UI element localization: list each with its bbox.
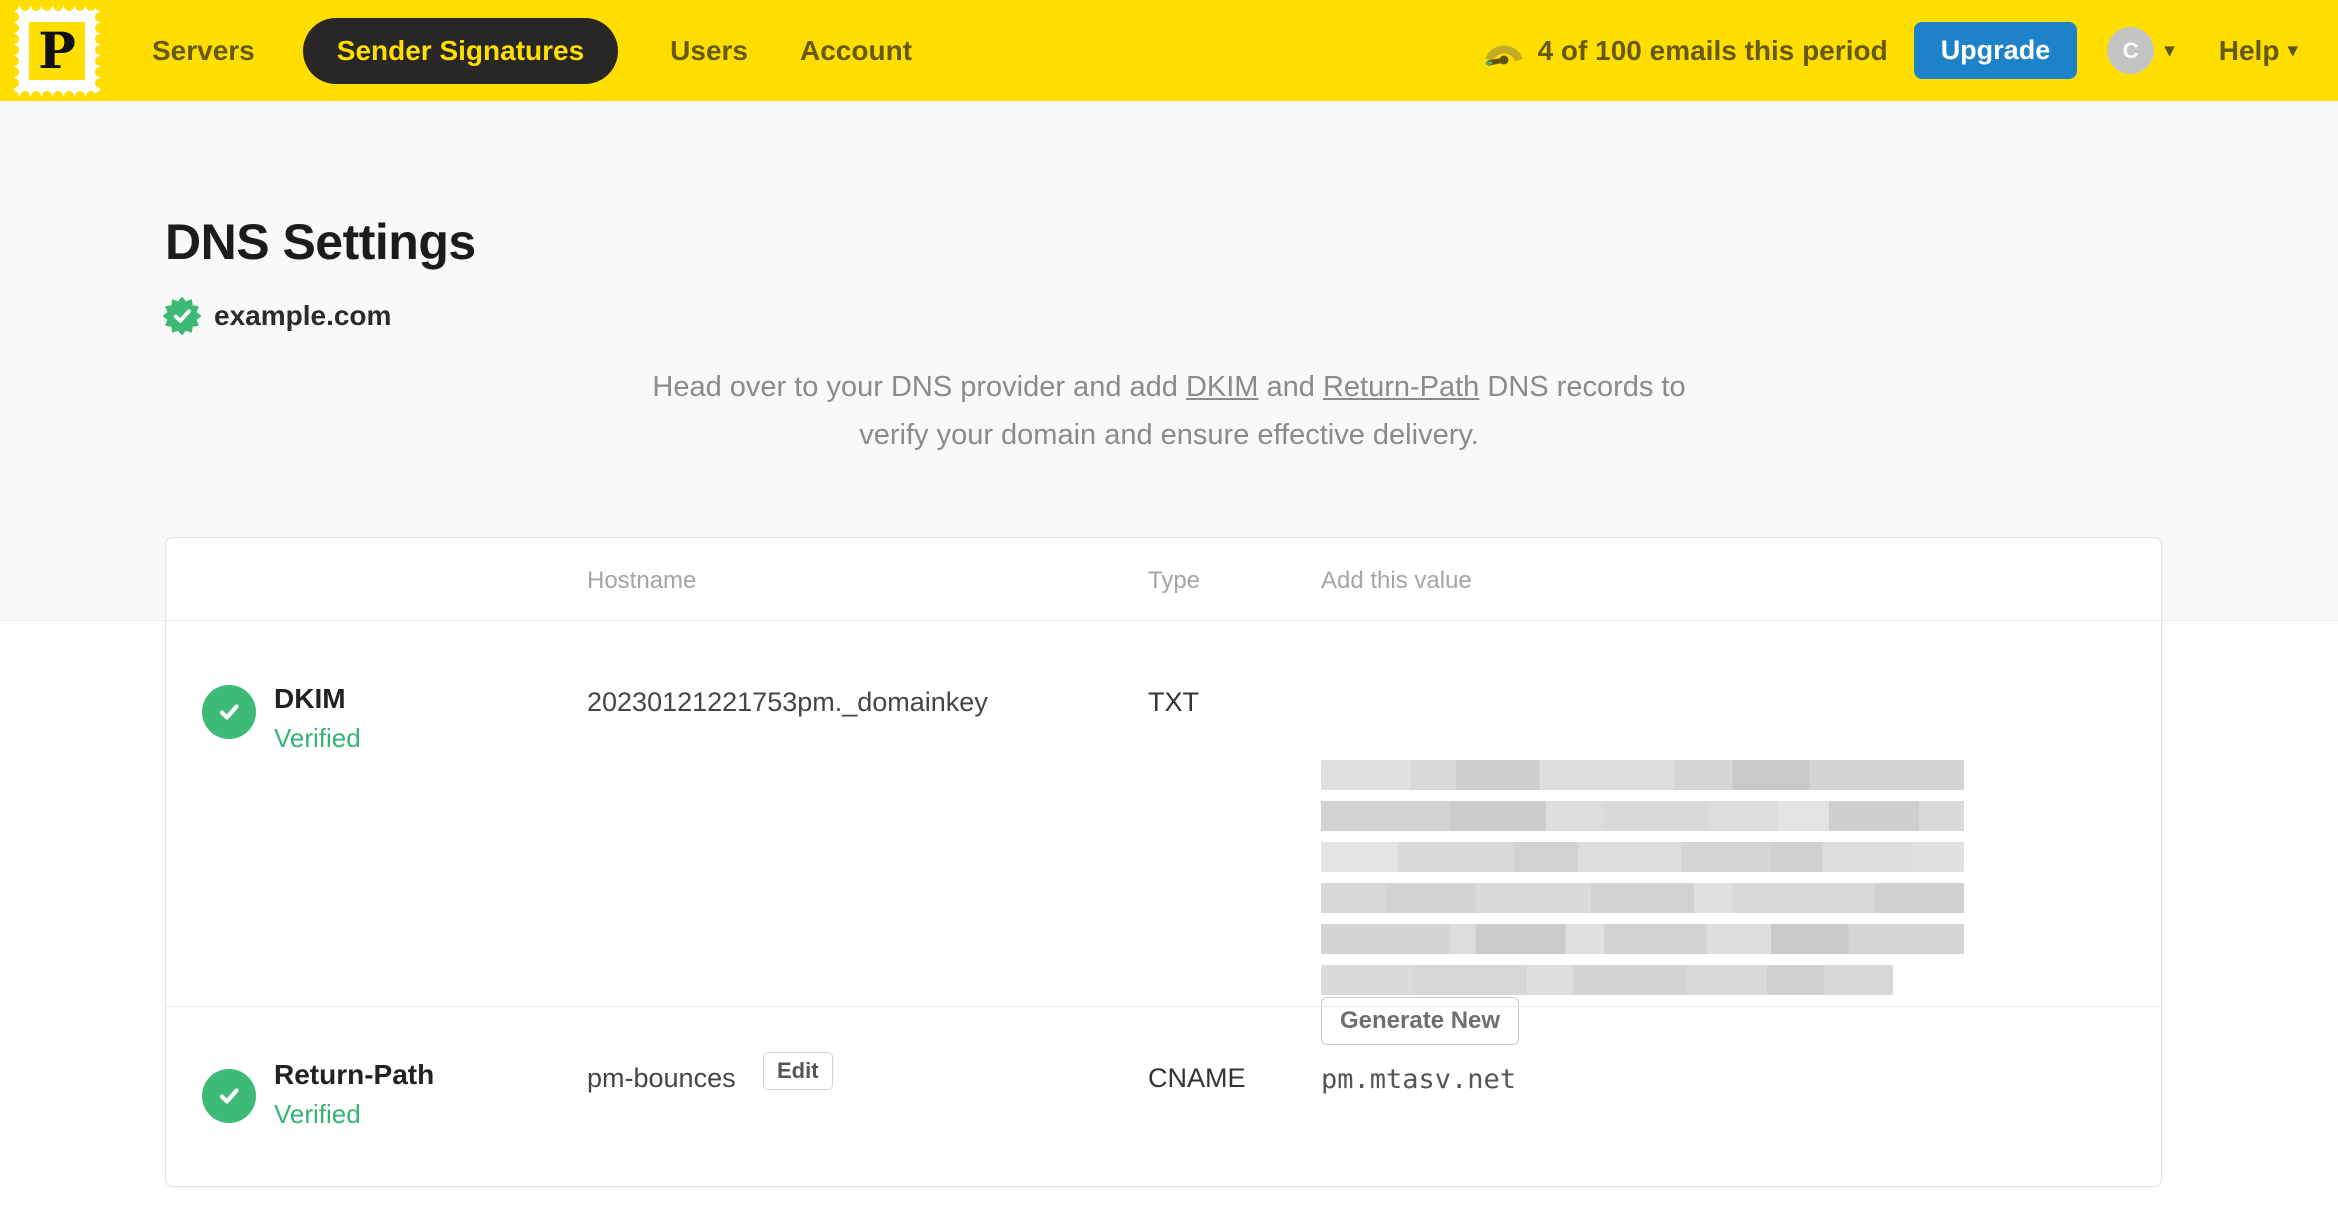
nav-item-servers[interactable]: Servers	[152, 35, 255, 67]
postmark-stamp-icon[interactable]: P	[14, 5, 100, 96]
table-header: Hostname Type Add this value	[166, 538, 2161, 621]
page-description: Head over to your DNS provider and add D…	[0, 363, 2338, 459]
usage-meter[interactable]: 4 of 100 emails this period	[1483, 34, 1888, 68]
description-line-1: Head over to your DNS provider and add D…	[0, 363, 2338, 411]
return-path-link[interactable]: Return-Path	[1323, 371, 1479, 403]
description-text: DNS records to	[1479, 371, 1686, 403]
gauge-icon	[1484, 45, 1523, 65]
caret-down-icon: ▾	[2287, 39, 2298, 62]
redacted-line	[1321, 883, 1964, 913]
record-name: DKIM	[274, 683, 346, 714]
usage-text: 4 of 100 emails this period	[1537, 34, 1888, 66]
redacted-line	[1321, 801, 1964, 831]
check-circle-icon	[202, 685, 256, 739]
logo-letter: P	[38, 21, 76, 80]
redacted-line	[1321, 760, 1964, 790]
nav-item-sender-signatures[interactable]: Sender Signatures	[302, 17, 619, 84]
nav-item-account[interactable]: Account	[800, 35, 912, 67]
domain-name: example.com	[214, 300, 392, 331]
dkim-link[interactable]: DKIM	[1186, 371, 1259, 403]
caret-down-icon: ▾	[2164, 39, 2175, 62]
dns-records-table: Hostname Type Add this value DKIM Verifi…	[165, 537, 2162, 1187]
upgrade-button[interactable]: Upgrade	[1913, 22, 2078, 79]
record-type: CNAME	[1148, 1063, 1246, 1093]
dkim-value-redacted	[1321, 760, 1964, 1006]
account-menu[interactable]: C ▾	[2107, 27, 2175, 74]
dns-settings-page: P Servers Sender Signatures Users Accoun…	[0, 0, 2338, 1222]
column-header-hostname: Hostname	[587, 567, 697, 594]
description-text: Head over to your DNS provider and add	[652, 371, 1186, 403]
help-menu[interactable]: Help ▾	[2219, 35, 2298, 67]
nav-item-users[interactable]: Users	[670, 35, 748, 67]
record-status-badge: Verified	[274, 1099, 361, 1129]
avatar[interactable]: C	[2107, 27, 2155, 74]
record-value: pm.mtasv.net	[1321, 1064, 1517, 1095]
help-label: Help	[2218, 34, 2280, 66]
top-navbar: P Servers Sender Signatures Users Accoun…	[0, 0, 2338, 101]
verified-seal-icon	[163, 297, 201, 335]
table-row-return-path: Return-Path Verified pm-bounces Edit CNA…	[166, 1007, 2161, 1188]
check-circle-icon	[202, 1069, 256, 1123]
record-hostname: 20230121221753pm._domainkey	[587, 687, 988, 717]
redacted-line	[1321, 965, 1894, 995]
redacted-line	[1321, 842, 1964, 872]
description-text: and	[1258, 371, 1323, 403]
column-header-type: Type	[1148, 567, 1201, 594]
record-hostname: pm-bounces	[587, 1063, 736, 1093]
column-header-value: Add this value	[1321, 567, 1472, 594]
record-name: Return-Path	[274, 1059, 435, 1090]
domain-row: example.com	[163, 297, 391, 335]
page-title: DNS Settings	[165, 214, 476, 270]
edit-return-path-button[interactable]: Edit	[763, 1052, 833, 1090]
record-type: TXT	[1148, 687, 1199, 717]
redacted-line	[1321, 924, 1964, 954]
record-status-badge: Verified	[274, 723, 361, 753]
description-line-2: verify your domain and ensure effective …	[859, 419, 1479, 451]
table-row-dkim: DKIM Verified 20230121221753pm._domainke…	[166, 621, 2161, 1045]
